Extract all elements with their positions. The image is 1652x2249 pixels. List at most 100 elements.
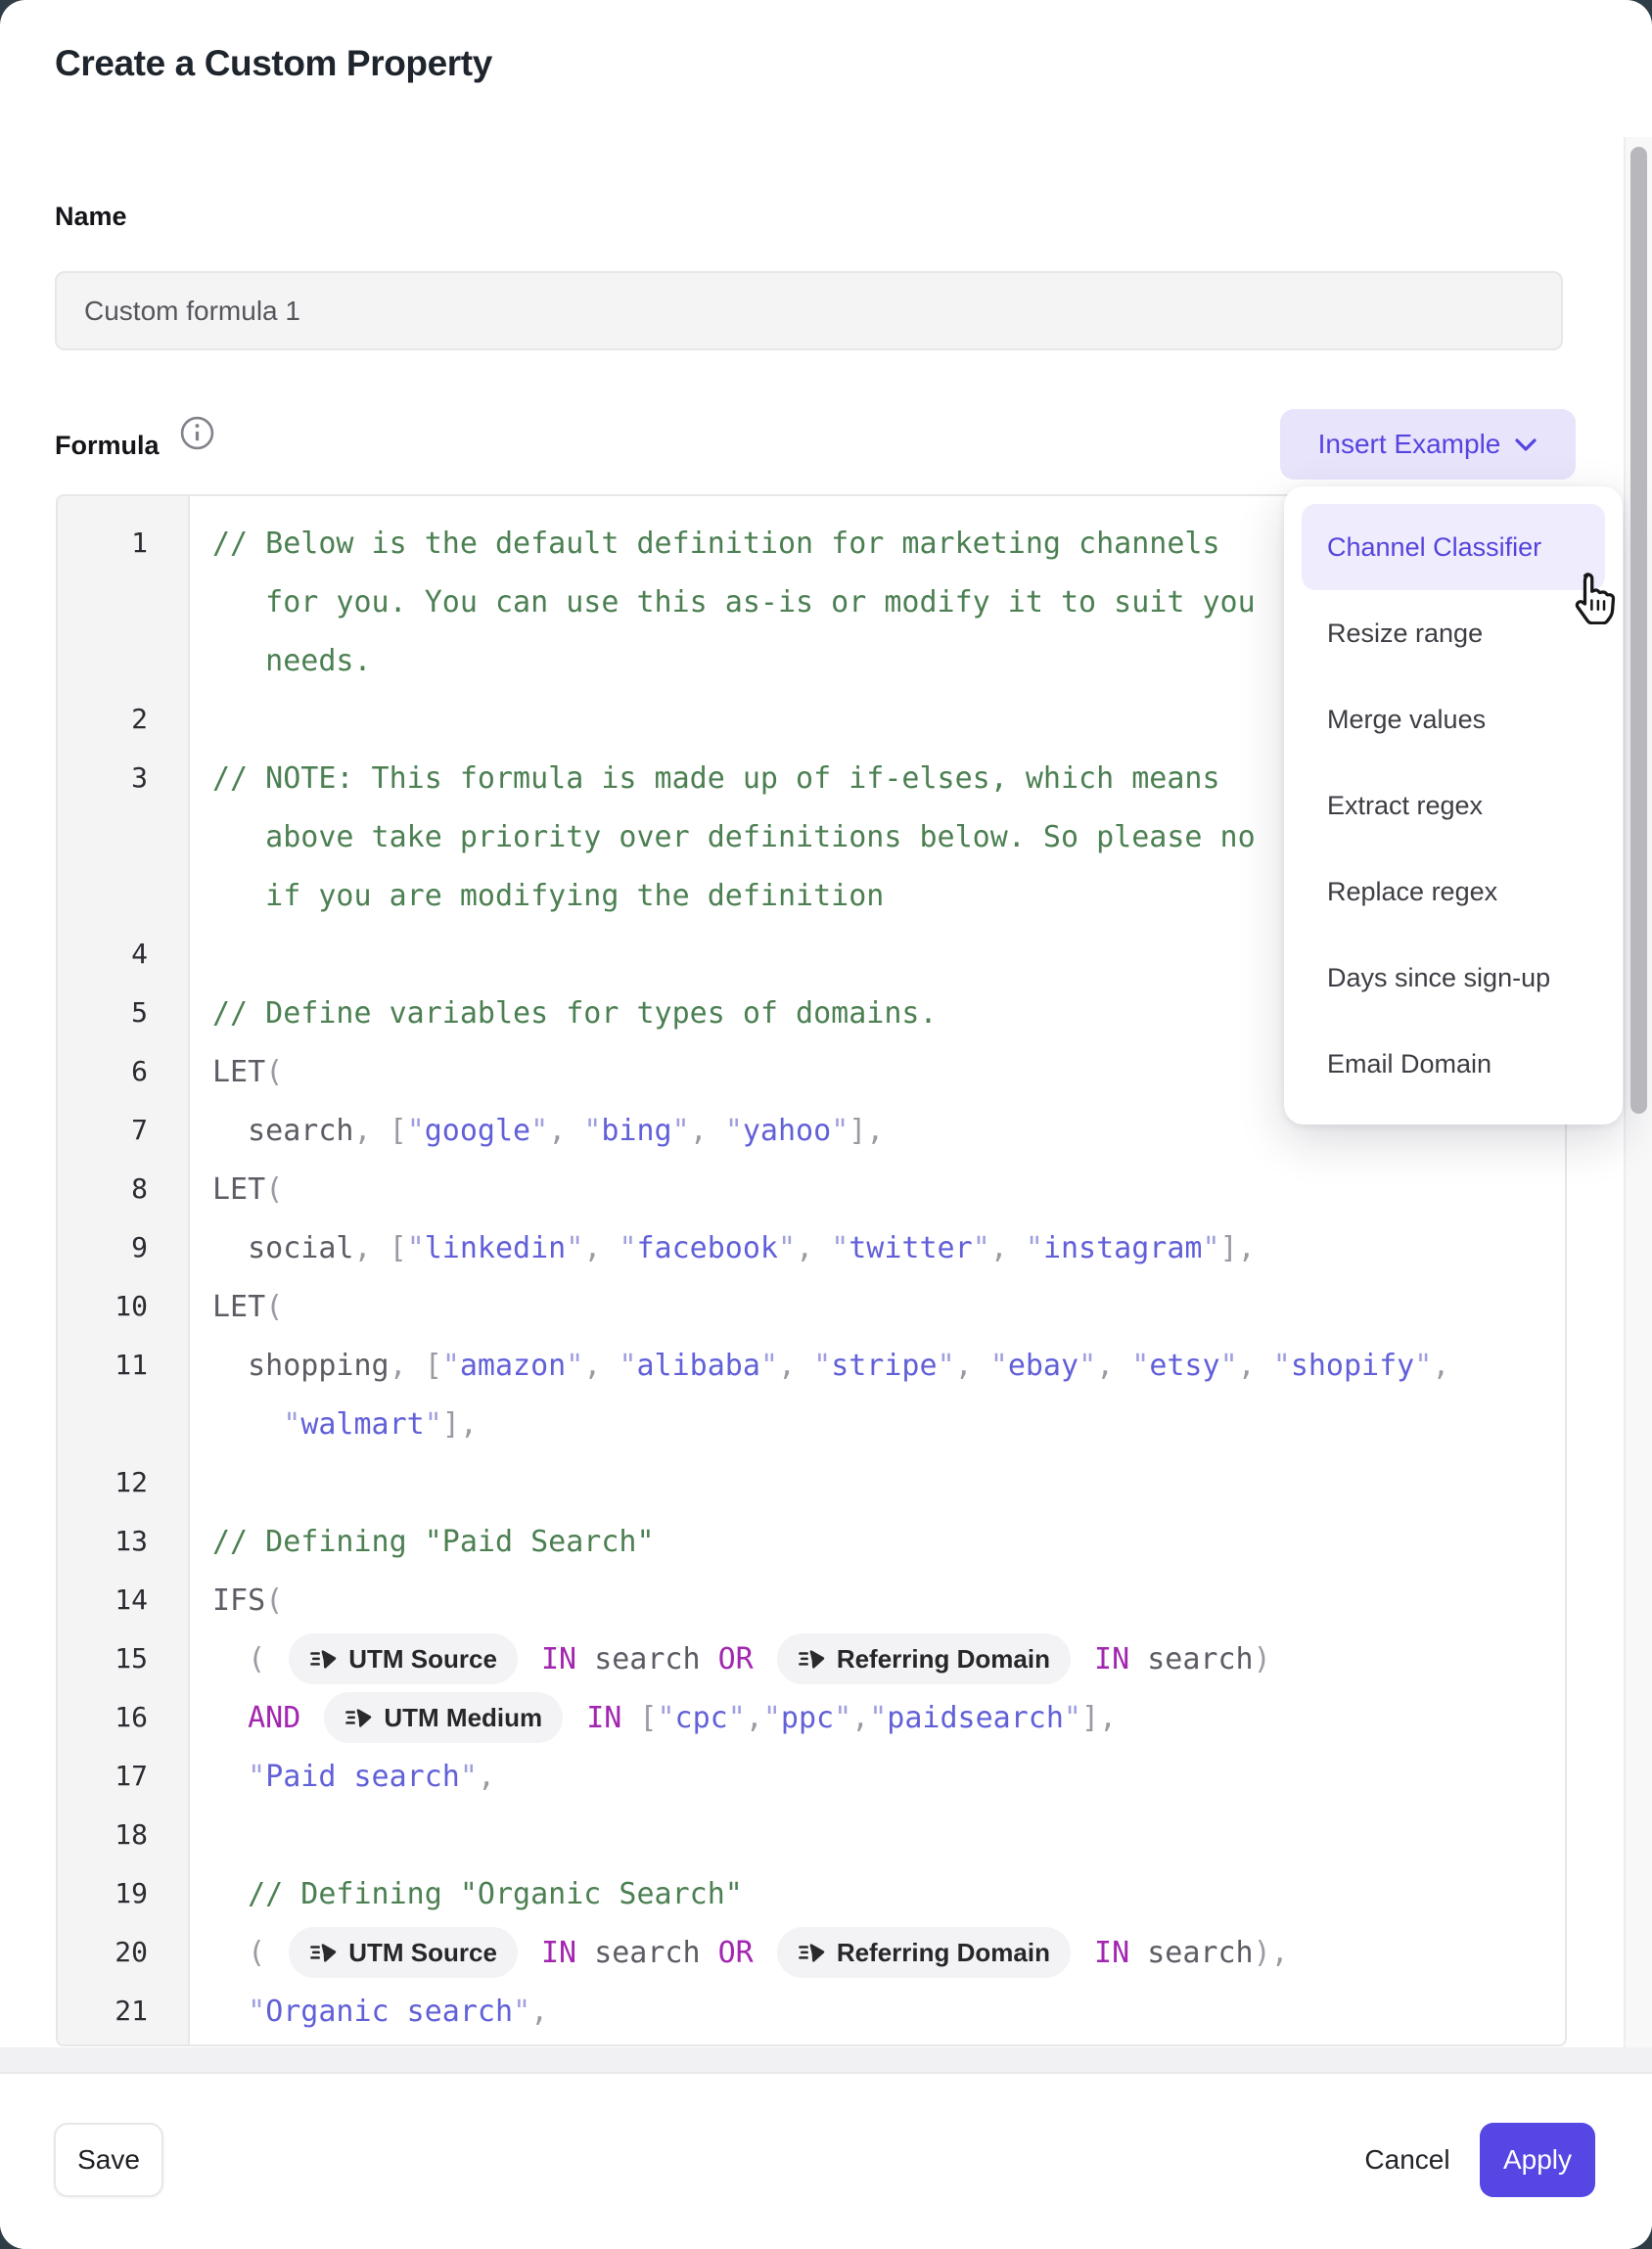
code-token: " (938, 1349, 955, 1383)
field-send-icon (344, 1704, 373, 1732)
code-line: 19 // Defining "Organic Search" (58, 1864, 1565, 1923)
menu-item-email-domain[interactable]: Email Domain (1302, 1021, 1605, 1107)
code-line: 16 AND UTM Medium IN ["cpc","ppc","paids… (58, 1688, 1565, 1747)
content-bottom-strip (0, 2047, 1652, 2072)
code-token: cpc (675, 1701, 728, 1735)
code-token: IN (569, 1701, 639, 1735)
code-token: instagram (1043, 1231, 1203, 1265)
code-token: " (1273, 1349, 1291, 1383)
referring-domain-chip[interactable]: Referring Domain (777, 1927, 1071, 1978)
code-token: " (566, 1349, 583, 1383)
code-token: ( (265, 1290, 283, 1324)
formula-label: Formula (55, 431, 160, 461)
menu-item-merge-values[interactable]: Merge values (1302, 676, 1605, 762)
save-button[interactable]: Save (54, 2123, 163, 2197)
menu-item-replace-regex[interactable]: Replace regex (1302, 849, 1605, 935)
field-send-icon (309, 1939, 338, 1967)
code-token: ( (265, 1172, 283, 1207)
utm-medium-chip[interactable]: UTM Medium (324, 1692, 563, 1743)
menu-item-days-since-sign-up[interactable]: Days since sign-up (1302, 935, 1605, 1021)
code-token: // Defining "Paid Search" (212, 1525, 655, 1559)
code-token: " (566, 1231, 583, 1265)
menu-item-resize-range[interactable]: Resize range (1302, 590, 1605, 676)
code-token: alibaba (637, 1349, 760, 1383)
code-token: google (425, 1114, 530, 1148)
code-token: IN (1077, 1642, 1147, 1676)
cancel-button[interactable]: Cancel (1349, 2123, 1466, 2197)
utm-source-chip[interactable]: UTM Source (289, 1927, 518, 1978)
code-token: , [ (354, 1114, 407, 1148)
code-token: " (760, 1349, 778, 1383)
code-token: " (834, 1701, 851, 1735)
code-token: shopify (1291, 1349, 1414, 1383)
chip-label: UTM Source (348, 1644, 497, 1675)
referring-domain-chip[interactable]: Referring Domain (777, 1633, 1071, 1684)
code-token: " (869, 1701, 887, 1735)
line-number: 18 (58, 1806, 190, 1864)
code-token: ( (212, 1642, 283, 1676)
code-token: " (619, 1349, 636, 1383)
code-line: 21 "Organic search", (58, 1982, 1565, 2041)
code-token: " (990, 1349, 1008, 1383)
code-line: 20 ( UTM Source IN search OR Referring D… (58, 1923, 1565, 1982)
info-icon[interactable] (179, 415, 215, 451)
chip-label: Referring Domain (837, 1938, 1050, 1968)
code-token: " (973, 1231, 990, 1265)
code-token: , (1432, 1349, 1449, 1383)
code-line: 9 social, ["linkedin", "facebook", "twit… (58, 1218, 1565, 1277)
code-token: " (1220, 1349, 1238, 1383)
code-line: 11 shopping, ["amazon", "alibaba", "stri… (58, 1336, 1565, 1453)
apply-button[interactable]: Apply (1480, 2123, 1595, 2197)
utm-source-chip[interactable]: UTM Source (289, 1633, 518, 1684)
code-token: , (690, 1114, 725, 1148)
code-line: 14IFS( (58, 1571, 1565, 1629)
code-token: , (530, 1995, 548, 2029)
code-token: , (583, 1349, 619, 1383)
name-input[interactable]: Custom formula 1 (55, 271, 1563, 350)
name-input-value: Custom formula 1 (84, 296, 300, 327)
line-number: 17 (58, 1747, 190, 1806)
line-number: 12 (58, 1453, 190, 1512)
field-send-icon (309, 1645, 338, 1674)
code-token: stripe (831, 1349, 937, 1383)
code-token: " (831, 1231, 849, 1265)
code-token: " (619, 1231, 636, 1265)
menu-item-channel-classifier[interactable]: Channel Classifier (1302, 504, 1605, 590)
code-token: // Defining "Organic Search" (212, 1877, 743, 1911)
code-token: amazon (460, 1349, 566, 1383)
create-custom-property-modal: Create a Custom Property Name Custom for… (0, 0, 1652, 2249)
menu-item-extract-regex[interactable]: Extract regex (1302, 762, 1605, 849)
code-line: 8LET( (58, 1160, 1565, 1218)
code-token: IN (524, 1642, 594, 1676)
code-token: ( (265, 1055, 283, 1089)
code-token: , (778, 1349, 813, 1383)
line-number: 16 (58, 1688, 190, 1747)
code-token: " (425, 1407, 442, 1442)
code-token: , (851, 1701, 869, 1735)
code-token: ( (212, 1936, 283, 1970)
code-token: , (548, 1114, 583, 1148)
code-line: 17 "Paid search", (58, 1747, 1565, 1806)
code-token: search (212, 1114, 354, 1148)
insert-example-button[interactable]: Insert Example (1280, 409, 1576, 480)
code-line: 18 (58, 1806, 1565, 1864)
field-send-icon (798, 1939, 826, 1967)
code-token: walmart (300, 1407, 424, 1442)
code-token: LET (212, 1055, 265, 1089)
code-token: " (513, 1995, 530, 2029)
line-number: 22 (58, 2041, 190, 2046)
code-token: IN (524, 1936, 594, 1970)
scrollbar-thumb[interactable] (1630, 147, 1647, 1114)
code-token: needs. (212, 644, 372, 678)
code-token: AND (212, 1701, 318, 1735)
code-token: above take priority over definitions bel… (212, 820, 1256, 854)
line-number: 21 (58, 1982, 190, 2041)
code-token: for you. You can use this as-is or modif… (212, 585, 1256, 620)
code-token: bing (601, 1114, 671, 1148)
line-number: 20 (58, 1923, 190, 1982)
line-number: 19 (58, 1864, 190, 1923)
code-token: LET (212, 1290, 265, 1324)
code-token: " (1131, 1349, 1149, 1383)
code-token: " (530, 1114, 548, 1148)
code-token: ], (1220, 1231, 1256, 1265)
